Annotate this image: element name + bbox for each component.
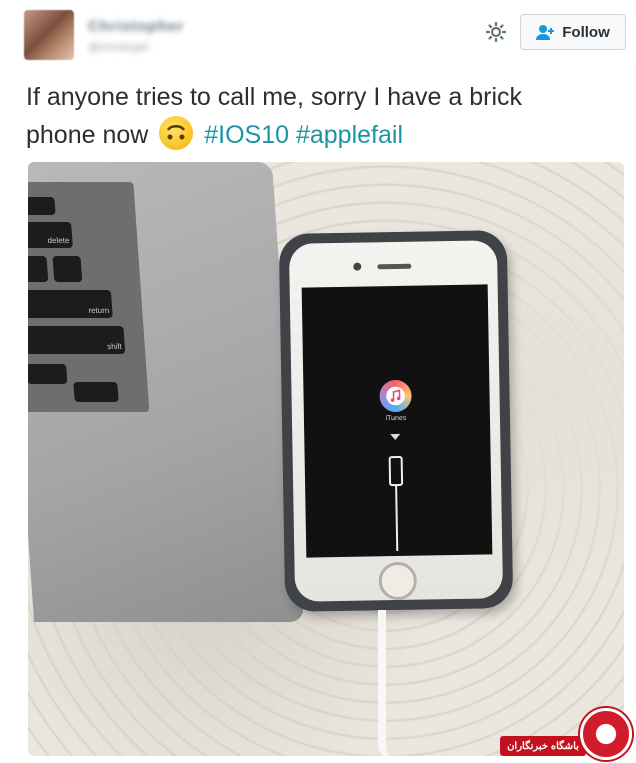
keyboard-key (73, 382, 119, 402)
tweet-text-prefix: phone now (26, 121, 149, 149)
speaker (377, 263, 412, 270)
lightning-plug-icon (388, 455, 404, 487)
charging-cable (378, 610, 394, 756)
settings-button[interactable] (484, 20, 508, 44)
home-button (378, 561, 418, 601)
watermark-logo-icon (580, 708, 632, 760)
add-user-icon (536, 25, 555, 40)
phone-body: iTunes (288, 240, 504, 602)
follow-button[interactable]: Follow (520, 14, 626, 50)
watermark: باشگاه خبرنگاران (500, 708, 636, 763)
arrow-down-icon (390, 433, 401, 441)
gear-icon (486, 22, 506, 42)
itunes-label: iTunes (385, 414, 407, 423)
hashtag-link[interactable]: #applefail (296, 121, 403, 149)
display-name[interactable]: Christopher (88, 18, 184, 35)
watermark-text: باشگاه خبرنگاران (500, 736, 586, 756)
keyboard-key: return (28, 290, 113, 318)
keyboard-key: shift (28, 326, 126, 354)
laptop-image: delete return shift (28, 162, 305, 622)
avatar[interactable] (24, 10, 74, 60)
keyboard-image: delete return shift (28, 182, 150, 412)
tweet-text: If anyone tries to call me, sorry I have… (26, 78, 616, 154)
follow-label: Follow (562, 23, 610, 41)
keyboard-key (28, 256, 49, 282)
hashtag-link[interactable]: #IOS10 (204, 121, 289, 149)
user-handle[interactable]: @christoph (88, 40, 149, 54)
cable-line (395, 485, 399, 552)
tweet-header: Christopher @christoph Follow (0, 0, 636, 70)
camera (353, 262, 362, 271)
upside-down-face-icon (159, 116, 194, 150)
phone-screen: iTunes (301, 284, 493, 558)
itunes-icon (379, 379, 412, 413)
tweet-text-line1: If anyone tries to call me, sorry I have… (26, 83, 523, 111)
keyboard-key (28, 197, 56, 215)
phone-image: iTunes (278, 230, 514, 612)
keyboard-key (52, 256, 83, 282)
keyboard-key (28, 364, 68, 384)
keyboard-key: delete (28, 222, 73, 248)
tweet-photo[interactable]: delete return shift iTunes (28, 162, 624, 756)
